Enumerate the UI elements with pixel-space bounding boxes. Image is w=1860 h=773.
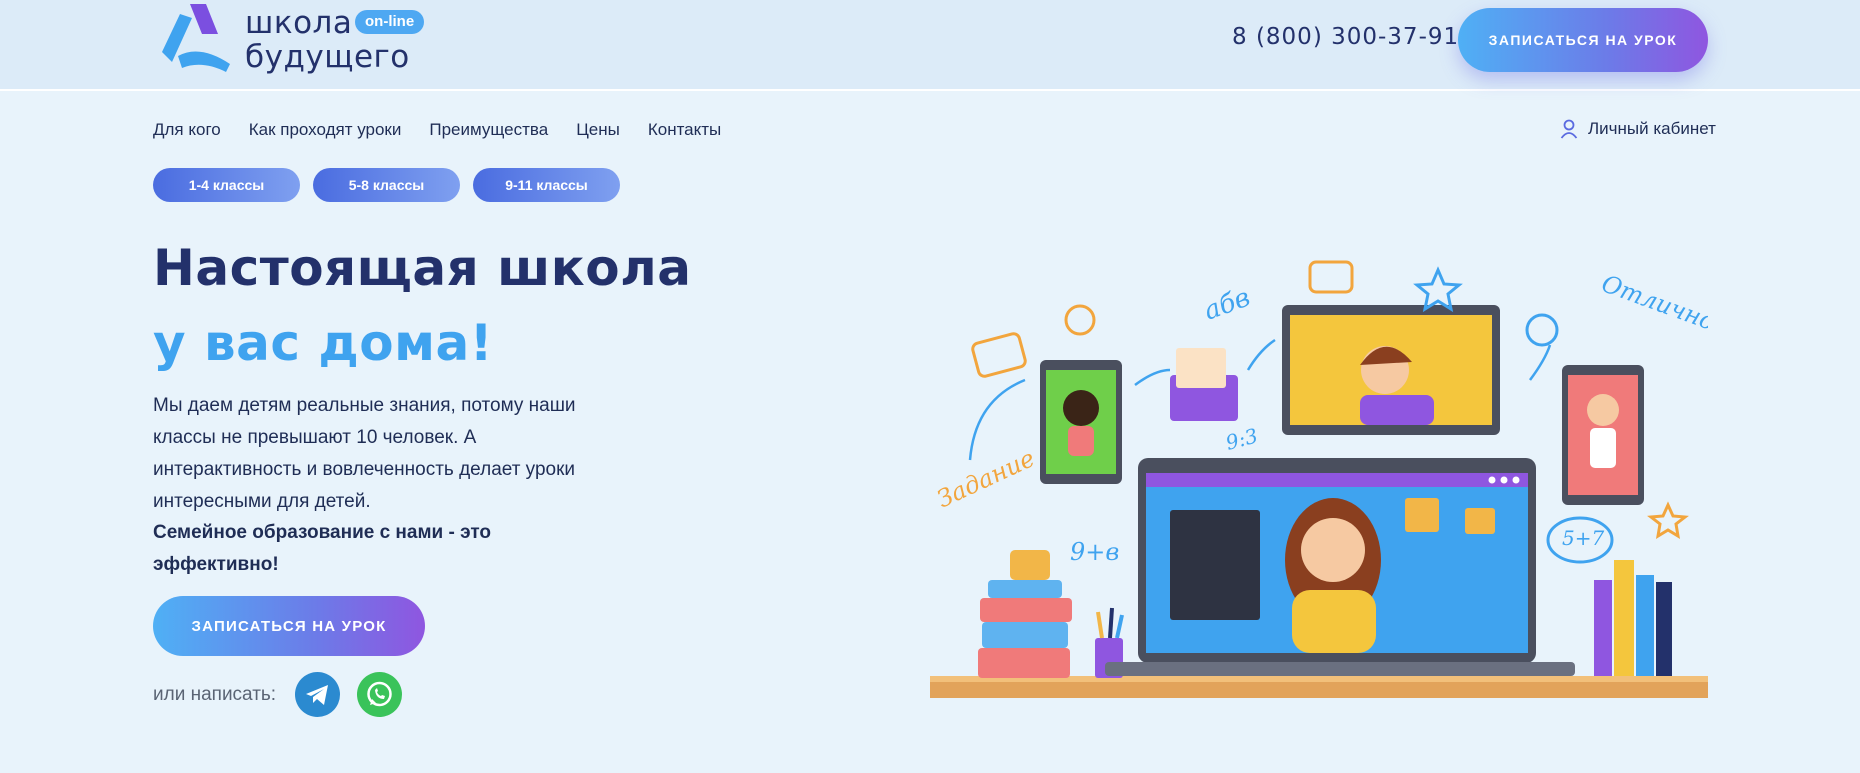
cabinet-label: Личный кабинет [1588, 119, 1716, 138]
main-nav: Для кого Как проходят уроки Преимущества… [153, 120, 749, 140]
grade-5-8-button[interactable]: 5-8 классы [313, 168, 460, 202]
logo-online-badge: on-line [355, 10, 425, 34]
logo-text-line2: будущего [245, 39, 410, 75]
whatsapp-icon [367, 681, 392, 707]
telegram-button[interactable] [295, 672, 340, 717]
hero-description: Мы даем детям реальные знания, потому на… [153, 395, 576, 512]
hero-illustration: абв Отлично! Задание 9:3 9+в 5+7 [930, 260, 1708, 698]
nav-item-for-whom[interactable]: Для кого [153, 120, 221, 140]
grade-9-11-button[interactable]: 9-11 классы [473, 168, 620, 202]
personal-cabinet-link[interactable]: Личный кабинет [1560, 119, 1716, 139]
hero-title-line2: у вас дома! [153, 314, 494, 372]
handwriting-task: Задание [933, 444, 1039, 513]
logo-text-line1: школа [245, 5, 353, 41]
nav-item-prices[interactable]: Цены [576, 120, 620, 140]
nav-item-contacts[interactable]: Контакты [648, 120, 721, 140]
desk-shape [930, 680, 1708, 698]
telegram-icon [306, 685, 328, 705]
logo-mark-icon [162, 4, 230, 72]
handwriting-9-3: 9:3 [1223, 423, 1260, 455]
whatsapp-button[interactable] [357, 672, 402, 717]
hero-title-line1: Настоящая школа [153, 239, 692, 297]
handwriting-9-plus-v: 9+в [1070, 538, 1119, 566]
top-header: школа on-line будущего 8 (800) 300-37-91… [0, 0, 1860, 91]
nav-item-advantages[interactable]: Преимущества [429, 120, 548, 140]
header-signup-button[interactable]: ЗАПИСАТЬСЯ НА УРОК [1458, 8, 1708, 72]
site-logo[interactable]: школа on-line будущего [160, 4, 430, 74]
grade-1-4-button[interactable]: 1-4 классы [153, 168, 300, 202]
phone-number[interactable]: 8 (800) 300-37-91 [1232, 24, 1459, 50]
nav-item-how-lessons[interactable]: Как проходят уроки [249, 120, 402, 140]
handwriting-5-7: 5+7 [1562, 526, 1604, 550]
handwriting-abv: абв [1200, 282, 1254, 326]
write-us-label: или написать: [153, 684, 277, 705]
grade-selector: 1-4 классы 5-8 классы 9-11 классы [153, 168, 633, 202]
handwriting-excellent: Отлично! [1598, 269, 1708, 339]
mug-shape [1010, 550, 1050, 580]
hero-description-bold: Семейное образование с нами - это эффект… [153, 522, 492, 575]
user-icon [1560, 119, 1578, 139]
hero-signup-button[interactable]: ЗАПИСАТЬСЯ НА УРОК [153, 596, 425, 656]
